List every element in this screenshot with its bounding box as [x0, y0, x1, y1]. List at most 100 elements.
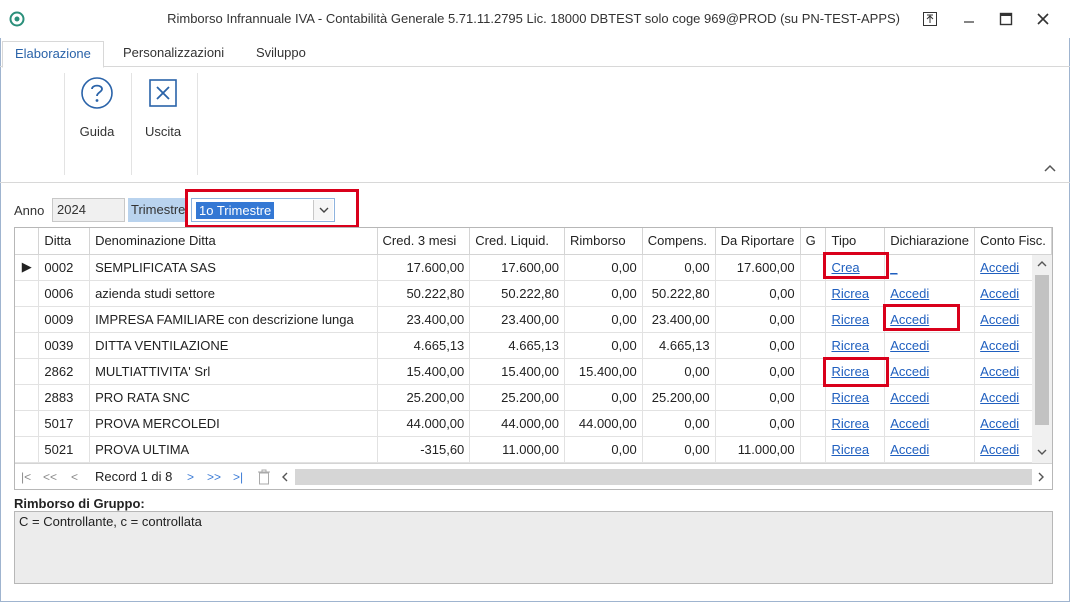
table-row[interactable]: 0009 IMPRESA FAMILIARE con descrizione l… [15, 306, 1052, 333]
cell-denominazione[interactable]: PROVA ULTIMA [89, 436, 378, 463]
cell-cred3[interactable]: 50.222,80 [377, 280, 471, 307]
cell-compens[interactable]: 50.222,80 [642, 280, 716, 307]
cell-ditta[interactable]: 0006 [38, 280, 91, 307]
col-header-g[interactable]: G [800, 228, 827, 255]
ricrea-link[interactable]: Ricrea [831, 390, 869, 405]
cell-compens[interactable]: 0,00 [642, 410, 716, 437]
cell-denominazione[interactable]: PRO RATA SNC [89, 384, 378, 411]
scroll-right-icon[interactable] [1037, 472, 1045, 482]
cell-credliq[interactable]: 23.400,00 [469, 306, 565, 333]
col-header-compens[interactable]: Compens. [642, 228, 716, 255]
dichiarazione-link[interactable]: Accedi [890, 416, 929, 431]
conto-fisc-link[interactable]: Accedi [980, 338, 1019, 353]
conto-fisc-link[interactable]: Accedi [980, 364, 1019, 379]
cell-riportare[interactable]: 0,00 [715, 410, 801, 437]
dichiarazione-link[interactable]: Accedi [890, 390, 929, 405]
cell-rimborso[interactable]: 15.400,00 [564, 358, 643, 385]
dichiarazione-link[interactable]: Accedi [890, 442, 929, 457]
dichiarazione-link[interactable]: Accedi [890, 364, 929, 379]
cell-denominazione[interactable]: MULTIATTIVITA' Srl [89, 358, 378, 385]
col-header-rimborso[interactable]: Rimborso [564, 228, 643, 255]
crea-link[interactable]: Crea [831, 260, 859, 275]
cell-cred3[interactable]: 15.400,00 [377, 358, 471, 385]
cell-denominazione[interactable]: SEMPLIFICATA SAS [89, 254, 378, 281]
scroll-up-icon[interactable] [1037, 260, 1047, 268]
cell-compens[interactable]: 23.400,00 [642, 306, 716, 333]
trimestre-select[interactable]: 1o Trimestre [191, 198, 335, 222]
col-header-ditta[interactable]: Ditta [38, 228, 91, 255]
cell-credliq[interactable]: 44.000,00 [469, 410, 565, 437]
cell-denominazione[interactable]: azienda studi settore [89, 280, 378, 307]
cell-riportare[interactable]: 0,00 [715, 332, 801, 359]
restore-layout-button[interactable] [916, 6, 944, 32]
vertical-scroll-thumb[interactable] [1035, 275, 1049, 425]
cell-ditta[interactable]: 0009 [38, 306, 91, 333]
table-row[interactable]: ▶ 0002 SEMPLIFICATA SAS 17.600,00 17.600… [15, 254, 1052, 281]
cell-g[interactable] [800, 280, 827, 307]
next-record-icon[interactable]: > [187, 470, 194, 484]
collapse-ribbon-icon[interactable] [1044, 163, 1056, 173]
cell-riportare[interactable]: 17.600,00 [715, 254, 801, 281]
table-row[interactable]: 2862 MULTIATTIVITA' Srl 15.400,00 15.400… [15, 358, 1052, 385]
cell-cred3[interactable]: 44.000,00 [377, 410, 471, 437]
tab-sviluppo[interactable]: Sviluppo [244, 41, 318, 67]
prev-page-icon[interactable]: << [43, 470, 57, 484]
col-header-dichiarazione[interactable]: Dichiarazione [884, 228, 976, 255]
ricrea-link[interactable]: Ricrea [831, 286, 869, 301]
cell-riportare[interactable]: 0,00 [715, 280, 801, 307]
table-row[interactable]: 5021 PROVA ULTIMA -315,60 11.000,00 0,00… [15, 436, 1052, 463]
cell-cred3[interactable]: 4.665,13 [377, 332, 471, 359]
uscita-button[interactable]: Uscita [133, 75, 193, 139]
cell-rimborso[interactable]: 0,00 [564, 306, 643, 333]
cell-compens[interactable]: 0,00 [642, 436, 716, 463]
last-record-icon[interactable]: >| [233, 470, 243, 484]
cell-credliq[interactable]: 17.600,00 [469, 254, 565, 281]
conto-fisc-link[interactable]: Accedi [980, 390, 1019, 405]
anno-field[interactable]: 2024 [52, 198, 125, 222]
table-row[interactable]: 5017 PROVA MERCOLEDI 44.000,00 44.000,00… [15, 410, 1052, 437]
cell-cred3[interactable]: 25.200,00 [377, 384, 471, 411]
cell-ditta[interactable]: 0002 [38, 254, 91, 281]
dichiarazione-link[interactable]: Accedi [890, 286, 929, 301]
cell-compens[interactable]: 25.200,00 [642, 384, 716, 411]
cell-g[interactable] [800, 306, 827, 333]
cell-cred3[interactable]: 17.600,00 [377, 254, 471, 281]
cell-ditta[interactable]: 2862 [38, 358, 91, 385]
cell-rimborso[interactable]: 0,00 [564, 436, 643, 463]
cell-compens[interactable]: 4.665,13 [642, 332, 716, 359]
vertical-scrollbar[interactable] [1032, 255, 1052, 463]
cell-credliq[interactable]: 4.665,13 [469, 332, 565, 359]
cell-ditta[interactable]: 0039 [38, 332, 91, 359]
cell-denominazione[interactable]: IMPRESA FAMILIARE con descrizione lunga [89, 306, 378, 333]
cell-cred3[interactable]: 23.400,00 [377, 306, 471, 333]
delete-record-icon[interactable] [257, 469, 271, 485]
ricrea-link[interactable]: Ricrea [831, 416, 869, 431]
cell-g[interactable] [800, 332, 827, 359]
maximize-button[interactable] [992, 6, 1020, 32]
cell-ditta[interactable]: 5017 [38, 410, 91, 437]
ricrea-link[interactable]: Ricrea [831, 338, 869, 353]
cell-credliq[interactable]: 15.400,00 [469, 358, 565, 385]
cell-rimborso[interactable]: 0,00 [564, 384, 643, 411]
tab-elaborazione[interactable]: Elaborazione [2, 41, 104, 68]
trimestre-dropdown-button[interactable] [313, 200, 333, 220]
cell-credliq[interactable]: 11.000,00 [469, 436, 565, 463]
cell-compens[interactable]: 0,00 [642, 358, 716, 385]
dichiarazione-link[interactable]: Accedi [890, 312, 929, 327]
conto-fisc-link[interactable]: Accedi [980, 286, 1019, 301]
cell-denominazione[interactable]: PROVA MERCOLEDI [89, 410, 378, 437]
cell-rimborso[interactable]: 0,00 [564, 254, 643, 281]
horizontal-scroll-thumb[interactable] [295, 469, 1032, 485]
ricrea-link[interactable]: Ricrea [831, 312, 869, 327]
cell-g[interactable] [800, 436, 827, 463]
table-row[interactable]: 2883 PRO RATA SNC 25.200,00 25.200,00 0,… [15, 384, 1052, 411]
scroll-left-icon[interactable] [281, 472, 289, 482]
cell-denominazione[interactable]: DITTA VENTILAZIONE [89, 332, 378, 359]
close-window-button[interactable] [1029, 6, 1057, 32]
col-header-credliquid[interactable]: Cred. Liquid. [469, 228, 565, 255]
dichiarazione-link[interactable]: _ [890, 260, 897, 275]
cell-g[interactable] [800, 410, 827, 437]
ricrea-link[interactable]: Ricrea [831, 364, 869, 379]
cell-g[interactable] [800, 384, 827, 411]
cell-compens[interactable]: 0,00 [642, 254, 716, 281]
